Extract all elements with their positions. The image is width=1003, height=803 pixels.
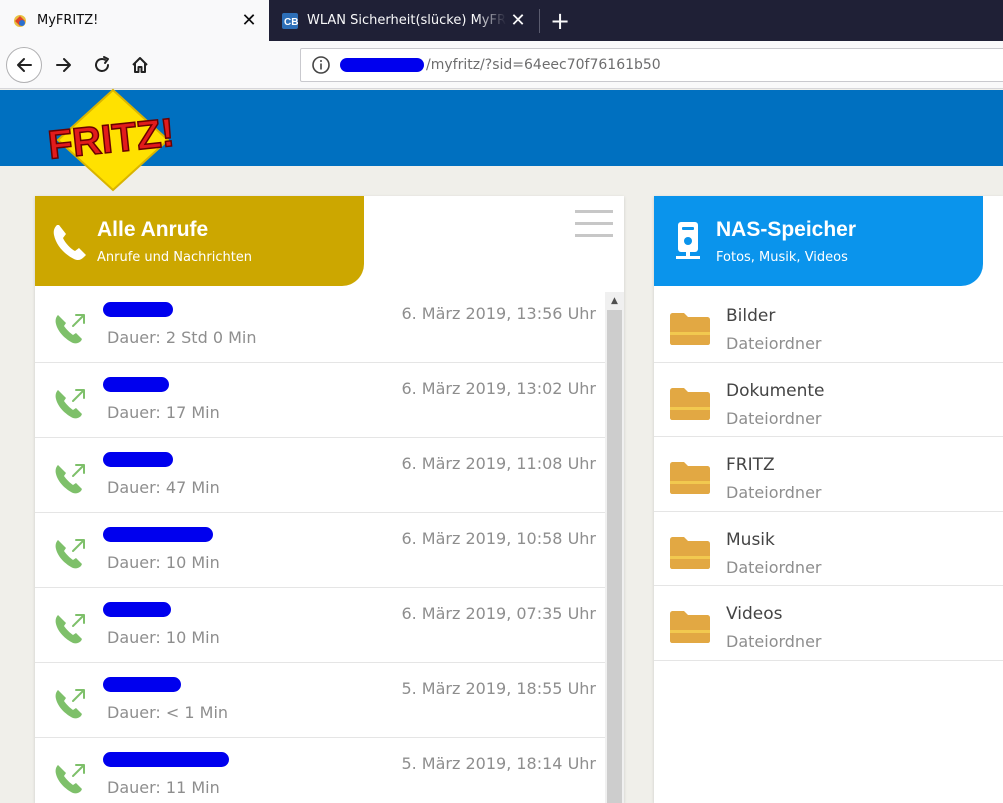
redacted-caller [103, 527, 213, 542]
call-duration: Dauer: 11 Min [107, 778, 220, 797]
redacted-host [340, 58, 424, 72]
folder-type: Dateiordner [726, 483, 822, 502]
call-duration: Dauer: 2 Std 0 Min [107, 328, 257, 347]
nas-card: NAS-Speicher Fotos, Musik, Videos Bilder… [654, 196, 1003, 803]
cb-favicon-icon: CB [282, 12, 298, 29]
folder-icon [670, 611, 710, 643]
folder-type: Dateiordner [726, 632, 822, 651]
outgoing-call-icon [55, 764, 85, 794]
calls-card-title: Alle Anrufe [97, 217, 209, 241]
call-date: 6. März 2019, 07:35 Uhr [401, 604, 596, 623]
call-duration: Dauer: 47 Min [107, 478, 220, 497]
redacted-caller [103, 602, 171, 617]
tab-myfritz[interactable]: MyFRITZ! ✕ [0, 0, 269, 41]
tab-bar: MyFRITZ! ✕ CB WLAN Sicherheit(slücke) My… [0, 0, 1003, 41]
info-icon[interactable] [310, 54, 332, 76]
nas-folder-item[interactable]: Musik Dateiordner [654, 512, 1003, 586]
call-list-item[interactable]: Dauer: < 1 Min 5. März 2019, 18:55 Uhr [35, 663, 605, 738]
home-button[interactable] [124, 49, 156, 81]
nas-card-title: NAS-Speicher [716, 217, 857, 241]
folder-icon [670, 387, 710, 420]
forward-button[interactable] [48, 49, 80, 81]
call-list-item[interactable]: Dauer: 17 Min 6. März 2019, 13:02 Uhr [35, 363, 605, 438]
folder-type: Dateiordner [726, 557, 822, 577]
arrow-left-icon [17, 58, 32, 72]
calls-card-subtitle: Anrufe und Nachrichten [97, 249, 253, 265]
url-text: /myfritz/?sid=64eec70f76161b50 [426, 57, 661, 73]
call-duration: Dauer: 17 Min [107, 403, 220, 422]
redacted-caller [103, 377, 169, 392]
home-icon [132, 57, 148, 73]
nas-folder-item[interactable]: Bilder Dateiordner [654, 288, 1003, 363]
call-date: 6. März 2019, 10:58 Uhr [401, 529, 596, 548]
nas-folder-item[interactable]: Videos Dateiordner [654, 586, 1003, 661]
outgoing-call-icon [55, 314, 85, 344]
outgoing-call-icon [55, 539, 85, 569]
calls-list: Dauer: 2 Std 0 Min 6. März 2019, 13:56 Uh… [35, 288, 605, 803]
folder-icon [670, 536, 710, 569]
folder-type: Dateiordner [726, 408, 822, 428]
folder-name: Videos [726, 604, 783, 624]
outgoing-call-icon [55, 689, 85, 719]
nas-folder-list: Bilder Dateiordner Dokumente Dateiordner FRI… [654, 288, 1003, 661]
folder-type: Dateiordner [726, 334, 822, 353]
call-duration: Dauer: < 1 Min [107, 703, 229, 722]
calls-scrollbar[interactable]: ▲ [605, 292, 624, 803]
folder-name: Dokumente [726, 380, 825, 401]
redacted-caller [103, 752, 229, 767]
scroll-thumb[interactable] [607, 310, 622, 803]
call-list-item[interactable]: Dauer: 10 Min 6. März 2019, 10:58 Uhr [35, 513, 605, 588]
folder-name: Musik [726, 529, 775, 550]
call-list-item[interactable]: Dauer: 2 Std 0 Min 6. März 2019, 13:56 Uh… [35, 288, 605, 363]
calls-card-header[interactable]: Alle Anrufe Anrufe und Nachrichten [35, 196, 364, 286]
outgoing-call-icon [55, 464, 85, 494]
outgoing-call-icon [55, 389, 85, 419]
outgoing-call-icon [55, 614, 85, 644]
phone-icon [53, 225, 86, 261]
folder-name: FRITZ [726, 455, 775, 475]
scroll-up-arrow-icon[interactable]: ▲ [605, 292, 624, 309]
fritz-favicon-icon [14, 14, 26, 27]
call-list-item[interactable]: Dauer: 11 Min 5. März 2019, 18:14 Uhr [35, 738, 605, 803]
redacted-caller [103, 302, 173, 317]
tab-close-icon[interactable]: ✕ [237, 9, 261, 33]
call-duration: Dauer: 10 Min [107, 628, 220, 647]
logo-text: FRITZ! [46, 111, 176, 168]
call-date: 6. März 2019, 11:08 Uhr [401, 454, 596, 473]
calls-card: Alle Anrufe Anrufe und Nachrichten Dauer… [35, 196, 624, 803]
fritz-logo[interactable]: FRITZ! [46, 88, 184, 192]
menu-hamburger-icon[interactable] [575, 210, 613, 238]
call-list-item[interactable]: Dauer: 10 Min 6. März 2019, 07:35 Uhr [35, 588, 605, 663]
folder-name: Bilder [726, 306, 776, 326]
nas-folder-item[interactable]: FRITZ Dateiordner [654, 437, 1003, 512]
reload-icon [95, 56, 109, 72]
tab-close-icon[interactable]: ✕ [506, 9, 530, 33]
arrow-right-icon [56, 58, 71, 72]
tab-wlan-article[interactable]: CB WLAN Sicherheit(slücke) MyFRITZ ✕ [270, 0, 538, 41]
call-date: 5. März 2019, 18:14 Uhr [401, 754, 596, 773]
url-bar[interactable]: /myfritz/?sid=64eec70f76161b50 [300, 48, 1003, 82]
reload-button[interactable] [86, 49, 118, 81]
nas-card-subtitle: Fotos, Musik, Videos [716, 249, 848, 265]
call-date: 6. März 2019, 13:56 Uhr [401, 304, 596, 323]
folder-icon [670, 313, 710, 345]
call-date: 5. März 2019, 18:55 Uhr [401, 679, 596, 698]
new-tab-plus-icon[interactable]: + [546, 7, 574, 35]
nas-folder-item[interactable]: Dokumente Dateiordner [654, 363, 1003, 437]
nas-storage-icon [676, 222, 700, 259]
tab-title: WLAN Sicherheit(slücke) MyFRITZ [307, 13, 506, 28]
call-date: 6. März 2019, 13:02 Uhr [401, 379, 596, 398]
tab-title: MyFRITZ! [37, 13, 99, 28]
navigation-toolbar: /myfritz/?sid=64eec70f76161b50 [0, 41, 1003, 89]
redacted-caller [103, 677, 181, 692]
folder-icon [670, 462, 710, 494]
tab-separator [539, 9, 540, 33]
back-button[interactable] [6, 47, 42, 83]
svg-text:CB: CB [284, 17, 298, 28]
nas-card-header[interactable]: NAS-Speicher Fotos, Musik, Videos [654, 196, 983, 286]
call-list-item[interactable]: Dauer: 47 Min 6. März 2019, 11:08 Uhr [35, 438, 605, 513]
call-duration: Dauer: 10 Min [107, 553, 220, 572]
redacted-caller [103, 452, 173, 467]
